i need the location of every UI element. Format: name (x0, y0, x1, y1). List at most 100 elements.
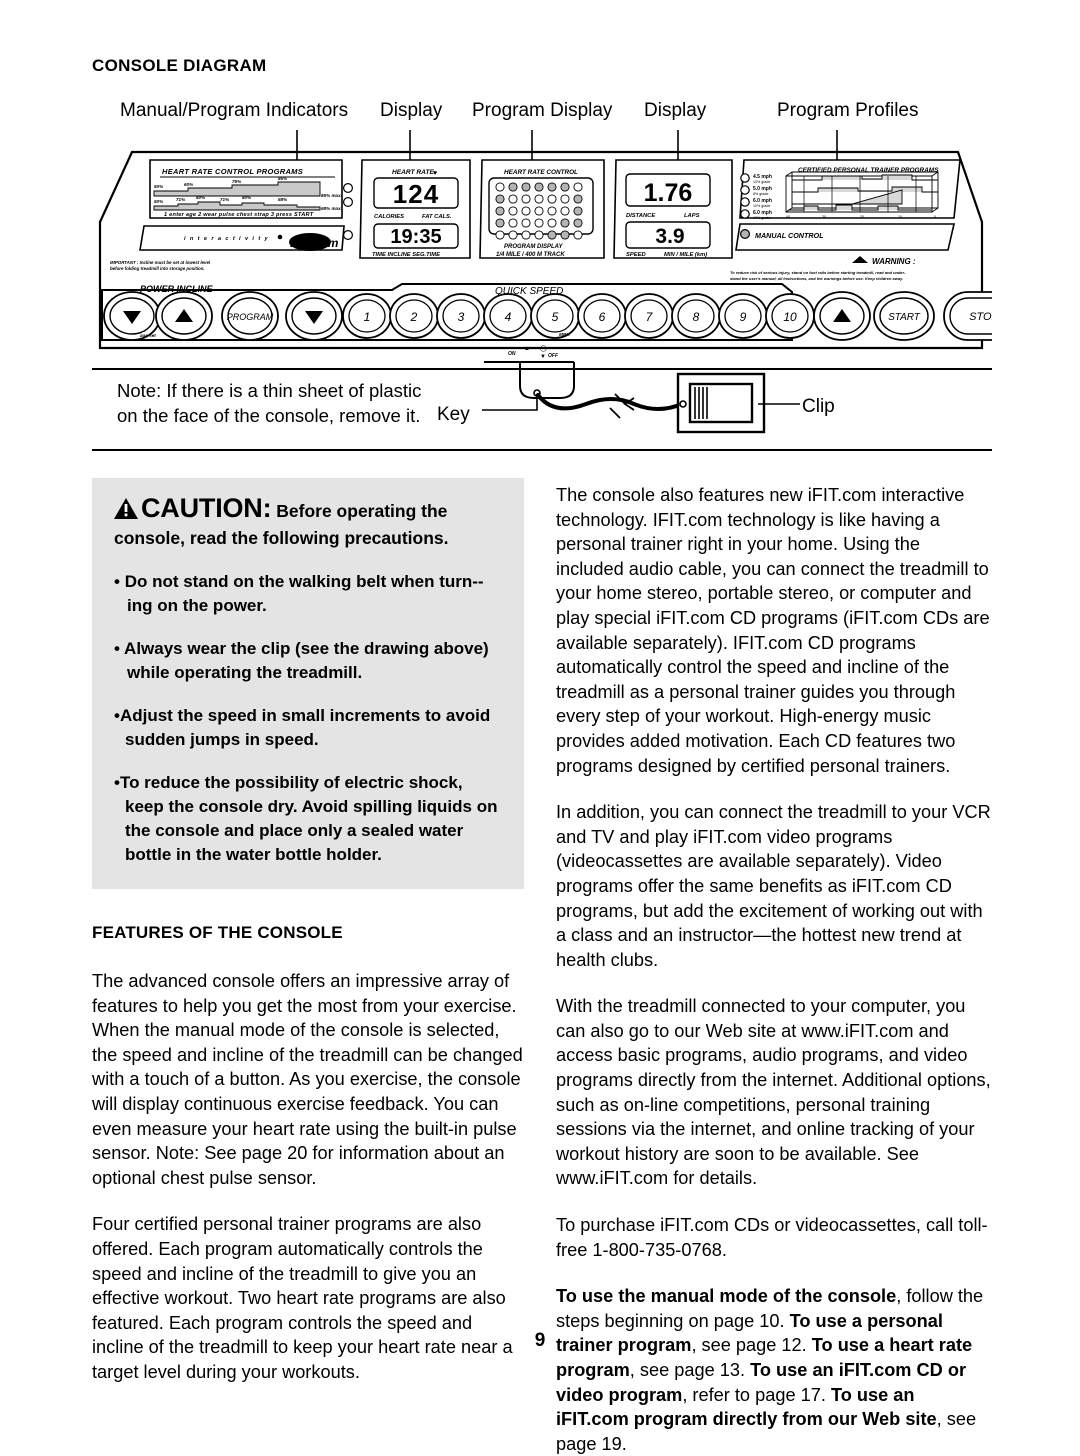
panel-manual-control: MANUAL CONTROL (735, 223, 956, 251)
right-paragraph-1: In addition, you can connect the treadmi… (556, 802, 991, 970)
panel-heart-rate-control-programs: HEART RATE CONTROL PROGRAMS 50% 60% 75% … (149, 159, 343, 219)
console-diagram: HEART RATE CONTROL PROGRAMS 50% 60% 75% … (92, 130, 992, 365)
right-paragraph-0: The console also features new iFIT.com i… (556, 485, 990, 776)
speed-button-4-label: 4 (505, 310, 512, 324)
panel-ifit-brand: i n t e r a c t i v i t y iFIT.com (139, 225, 345, 251)
caution-list: • Do not stand on the walking belt when … (114, 570, 502, 867)
features-paragraph-1: Four certified personal trainer programs… (92, 1214, 513, 1382)
diagram-callouts: Manual/Program Indicators Display Progra… (92, 100, 992, 130)
speed-button-2[interactable]: 2 (389, 293, 439, 339)
speed-down-button[interactable] (285, 291, 343, 341)
speed-up-button[interactable] (813, 291, 871, 341)
speed-button-6[interactable]: 6 (577, 293, 627, 339)
important-note-line1: IMPORTANT : Incline must be set at lowes… (110, 260, 211, 265)
ifit-brand-label: iFIT.com (290, 236, 339, 250)
trainer-legend-3-grade: 10% grade (753, 216, 770, 220)
trainer-axis-3: 10 (898, 215, 902, 219)
panel-trainer-programs: CERTIFIED PERSONAL TRAINER PROGRAMS 4.5 … (739, 159, 961, 220)
interactivity-label: i n t e r a c t i v i t y (184, 236, 269, 242)
age-set-label: age set (140, 333, 156, 338)
caution-heading-rest-line1: Before operating the (276, 501, 448, 521)
speed-button-10-label: 10 (783, 310, 797, 324)
heart-rate-title: HEART RATE (392, 169, 434, 176)
program-button[interactable]: PROGRAM (221, 291, 279, 341)
right-column: The console also features new iFIT.com i… (556, 483, 992, 1456)
key-leader-line (482, 394, 538, 411)
profile-steps-line: 1 enter age 2 wear pulse chest strap 3 p… (164, 212, 314, 218)
page-title: CONSOLE DIAGRAM (92, 56, 267, 75)
panel-distance-speed: 1.76 DISTANCE LAPS 3.9 SPEED MIN / MILE … (613, 159, 733, 259)
trainer-axis-2: 20 (860, 215, 864, 219)
warning-title: WARNING : (872, 257, 916, 266)
clip-eyelet (679, 400, 687, 408)
plastic-sheet-note: Note: If there is a thin sheet of plasti… (117, 378, 421, 428)
speed-button-5-label: 5 (552, 310, 559, 324)
callout-display-right: Display (644, 100, 707, 121)
speed-button-6-label: 6 (599, 310, 606, 324)
trainer-axis-0: 40 (786, 215, 790, 219)
heart-rate-value: 124 (393, 179, 439, 209)
speed-value: 3.9 (655, 225, 684, 248)
indicator-leds (343, 182, 354, 240)
divider-bottom (92, 449, 992, 451)
caution-item-3: •To reduce the possibility of electric s… (114, 773, 498, 864)
distance-label: DISTANCE (626, 213, 656, 219)
final-paragraph-run-0: To use the manual mode of the console (556, 1286, 897, 1307)
left-column: CAUTION: Before operating the console, r… (92, 478, 524, 1385)
callout-manual-program-indicators: Manual/Program Indicators (120, 100, 349, 121)
mph-label: MPH (559, 332, 570, 338)
time-incline-segtime-labels: TIME INCLINE SEG.TIME (372, 252, 441, 258)
pct-top-3: 85% (278, 176, 287, 181)
key-clip-drawing (482, 361, 800, 434)
speed-button-9[interactable]: 9 (718, 293, 768, 339)
features-heading: FEATURES OF THE CONSOLE (92, 923, 343, 942)
speed-button-1[interactable]: 1 (342, 293, 392, 339)
page-number: 9 (534, 1330, 546, 1351)
quick-speed-buttons: 1 2 3 4 5 6 7 8 9 10 (342, 293, 815, 339)
start-button-label: START (888, 312, 921, 323)
plastic-sheet-note-line1: Note: If there is a thin sheet of plasti… (117, 380, 422, 401)
trainer-legend-0-grade: 10% grade (753, 180, 770, 184)
caution-box: CAUTION: Before operating the console, r… (92, 478, 524, 889)
hr-control-programs-title: HEART RATE CONTROL PROGRAMS (162, 167, 303, 176)
pct-top-0: 50% (154, 184, 163, 189)
distance-value: 1.76 (644, 179, 693, 207)
warning-line2: stand the user's manual, all instruction… (730, 276, 903, 281)
callout-display-left: Display (380, 100, 443, 121)
bullet-icon (277, 234, 283, 240)
start-button[interactable]: START (873, 291, 935, 341)
program-display-title: HEART RATE CONTROL (504, 169, 578, 176)
calories-label: CALORIES (374, 214, 404, 220)
right-paragraph-final: To use the manual mode of the console, f… (556, 1284, 992, 1456)
speed-button-10[interactable]: 10 (765, 293, 815, 339)
laps-label: LAPS (684, 213, 700, 219)
speed-button-3[interactable]: 3 (436, 293, 486, 339)
speed-button-5[interactable]: 5 (530, 293, 580, 339)
power-off-circle-icon: ◯ (540, 345, 547, 352)
caution-heading: CAUTION: Before operating the console, r… (114, 493, 502, 551)
speed-button-8[interactable]: 8 (671, 293, 721, 339)
panel-program-display: HEART RATE CONTROL PROGRAM DISPLAY 1/4 M… (479, 159, 605, 259)
stop-button[interactable]: STOP (943, 291, 992, 341)
speed-button-1-label: 1 (364, 310, 371, 324)
console-warning: WARNING : To reduce risk of serious inju… (730, 256, 916, 281)
speed-button-4[interactable]: 4 (483, 293, 533, 339)
speed-button-7[interactable]: 7 (624, 293, 674, 339)
caution-item-1: • Always wear the clip (see the drawing … (114, 639, 489, 682)
pct-bot-0: 50% (154, 199, 163, 204)
power-off-label: OFF (548, 353, 559, 359)
program-button-label: PROGRAM (227, 312, 274, 322)
caution-word: CAUTION (141, 493, 263, 523)
fat-cals-label: FAT CALS. (422, 214, 452, 220)
speed-button-9-label: 9 (740, 310, 747, 324)
caution-colon: : (262, 493, 272, 523)
incline-up-button[interactable] (155, 291, 213, 341)
features-paragraph-0: The advanced console offers an impressiv… (92, 971, 523, 1188)
pct-bot-1: 71% (176, 197, 185, 202)
important-note-line2: before folding treadmill into storage po… (110, 266, 205, 271)
trainer-legend-1-grade: 8% grade (753, 192, 768, 196)
pct-top-2: 75% (232, 179, 241, 184)
callout-program-display: Program Display (472, 100, 613, 121)
speed-units-label: MIN / MILE (km) (664, 252, 707, 258)
power-incline-group: POWER INCLINE age set (103, 284, 213, 341)
